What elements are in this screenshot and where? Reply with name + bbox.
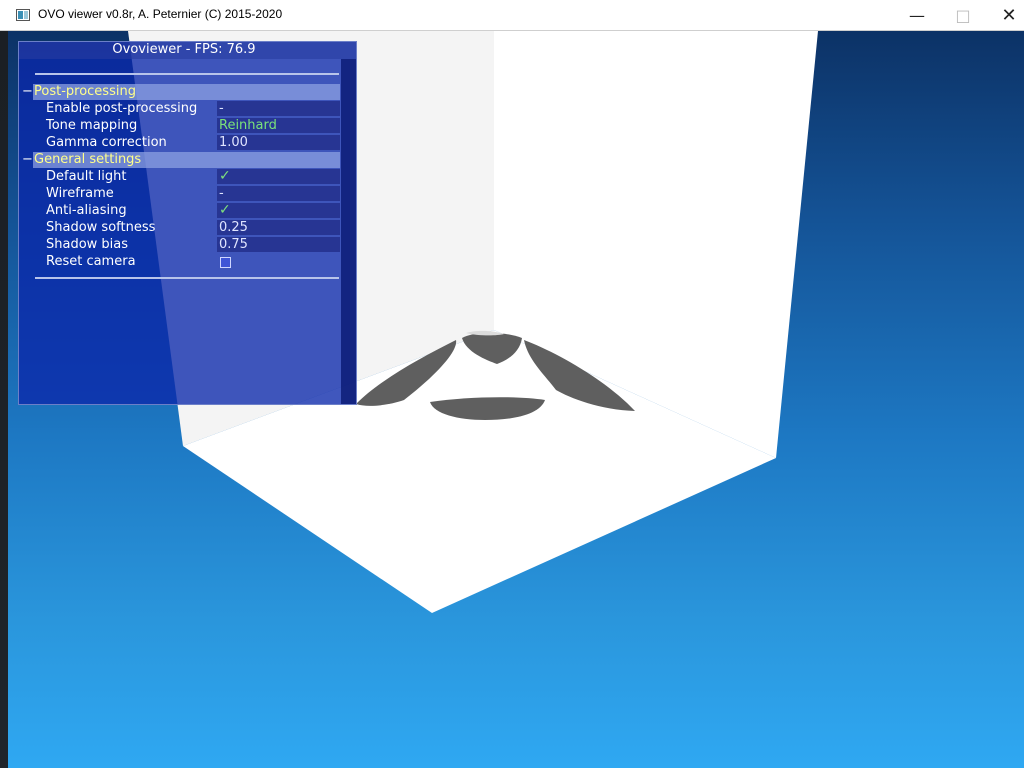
close-button[interactable]: ✕ — [986, 0, 1024, 30]
panel-scrollbar[interactable] — [341, 59, 356, 404]
window-title: OVO viewer v0.8r, A. Peternier (C) 2015-… — [38, 7, 283, 21]
setting-label: Default light — [46, 169, 127, 184]
separator — [35, 73, 339, 75]
setting-gamma-correction[interactable]: Gamma correction 1.00 — [19, 134, 341, 151]
title-bar[interactable]: OVO viewer v0.8r, A. Peternier (C) 2015-… — [0, 0, 1024, 31]
value-field[interactable]: 0.25 — [217, 220, 340, 235]
section-label: General settings — [34, 152, 142, 167]
desktop-edge — [0, 31, 8, 768]
app-icon — [16, 9, 30, 21]
setting-shadow-softness[interactable]: Shadow softness 0.25 — [19, 219, 341, 236]
value-field[interactable]: 1.00 — [217, 135, 340, 150]
setting-wireframe[interactable]: Wireframe - — [19, 185, 341, 202]
settings-panel[interactable]: Ovoviewer - FPS: 76.9 − Post-processing … — [18, 41, 357, 405]
setting-shadow-bias[interactable]: Shadow bias 0.75 — [19, 236, 341, 253]
setting-label: Reset camera — [46, 254, 136, 269]
setting-label: Wireframe — [46, 186, 114, 201]
setting-label: Tone mapping — [46, 118, 138, 133]
setting-label: Shadow softness — [46, 220, 156, 235]
setting-label: Anti-aliasing — [46, 203, 127, 218]
panel-title: Ovoviewer - FPS: 76.9 — [112, 42, 256, 57]
section-header-post-processing[interactable]: Post-processing — [33, 84, 340, 100]
setting-tone-mapping[interactable]: Tone mapping Reinhard — [19, 117, 341, 134]
setting-reset-camera[interactable]: Reset camera — [19, 253, 341, 270]
separator — [35, 277, 339, 279]
reset-camera-button[interactable] — [217, 254, 231, 273]
setting-label: Gamma correction — [46, 135, 167, 150]
maximize-button[interactable]: □ — [940, 0, 986, 30]
section-header-general-settings[interactable]: General settings — [33, 152, 340, 168]
minimize-button[interactable]: — — [894, 0, 940, 30]
button-icon — [220, 257, 231, 268]
section-label: Post-processing — [34, 84, 136, 99]
check-icon: ✓ — [219, 202, 231, 218]
checkbox[interactable]: - — [217, 186, 340, 201]
setting-anti-aliasing[interactable]: Anti-aliasing ✓ — [19, 202, 341, 219]
value-field[interactable]: 0.75 — [217, 237, 340, 252]
setting-enable-post-processing[interactable]: Enable post-processing - — [19, 100, 341, 117]
checkbox[interactable]: ✓ — [217, 203, 340, 218]
setting-default-light[interactable]: Default light ✓ — [19, 168, 341, 185]
checkbox[interactable]: ✓ — [217, 169, 340, 184]
value-field[interactable]: Reinhard — [217, 118, 340, 133]
collapse-toggle-general-settings[interactable]: − — [22, 152, 33, 168]
collapse-toggle-post-processing[interactable]: − — [22, 84, 33, 100]
setting-label: Shadow bias — [46, 237, 129, 252]
check-icon: ✓ — [219, 168, 231, 184]
value-field[interactable]: - — [217, 101, 340, 116]
setting-label: Enable post-processing — [46, 101, 198, 116]
